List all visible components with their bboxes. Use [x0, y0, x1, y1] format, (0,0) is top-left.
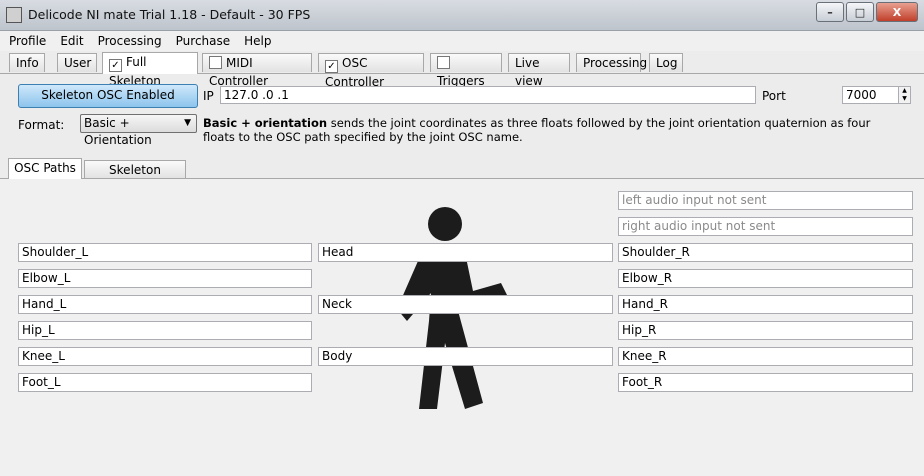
format-label: Format: [18, 118, 65, 132]
skeleton-osc-enabled-button[interactable]: Skeleton OSC Enabled [18, 84, 198, 108]
port-stepper[interactable]: ▲ ▼ [898, 86, 911, 104]
foot-l-field[interactable]: Foot_L [18, 373, 312, 392]
figure-body [397, 243, 507, 409]
title-bar: Delicode NI mate Trial 1.18 - Default - … [0, 0, 924, 31]
right-audio-input-field[interactable]: right audio input not sent [618, 217, 913, 236]
tab-osc-paths[interactable]: OSC Paths [8, 158, 82, 179]
ip-input[interactable]: 127.0 .0 .1 [220, 86, 756, 104]
port-label: Port [762, 89, 786, 103]
tab-log-label: Log [656, 56, 678, 70]
menu-processing[interactable]: Processing [91, 31, 169, 48]
shoulder-r-field[interactable]: Shoulder_R [618, 243, 913, 262]
shoulder-l-field[interactable]: Shoulder_L [18, 243, 312, 262]
figure-head [428, 207, 462, 241]
tab-user-label: User [64, 56, 92, 70]
osc-controller-checkbox[interactable]: ✓ [325, 60, 338, 73]
foot-r-field[interactable]: Foot_R [618, 373, 913, 392]
tab-log[interactable]: Log [649, 53, 683, 72]
tab-full-skeleton[interactable]: ✓ Full Skeleton [102, 52, 198, 88]
format-selected-value: Basic + Orientation [84, 116, 152, 147]
dropdown-arrow-icon: ▼ [184, 118, 191, 128]
elbow-r-field[interactable]: Elbow_R [618, 269, 913, 288]
knee-l-field[interactable]: Knee_L [18, 347, 312, 366]
hand-r-field[interactable]: Hand_R [618, 295, 913, 314]
app-icon [6, 7, 22, 23]
ip-label: IP [203, 89, 214, 103]
tab-skeleton-settings[interactable]: Skeleton Settings [84, 160, 186, 195]
tab-info-label: Info [16, 56, 39, 70]
tab-info[interactable]: Info [9, 53, 45, 72]
sub-tab-bar: OSC Paths Skeleton Settings [0, 158, 924, 195]
format-description-bold: Basic + orientation [203, 116, 328, 130]
tab-osc-controller[interactable]: ✓ OSC Controller [318, 53, 424, 89]
format-description: Basic + orientation sends the joint coor… [203, 116, 903, 144]
menu-edit[interactable]: Edit [53, 31, 90, 48]
left-audio-input-field[interactable]: left audio input not sent [618, 191, 913, 210]
body-field[interactable]: Body [318, 347, 613, 366]
close-button[interactable]: X [876, 2, 918, 22]
tab-processing-label: Processing [583, 56, 648, 70]
elbow-l-field[interactable]: Elbow_L [18, 269, 312, 288]
tab-triggers[interactable]: Triggers [430, 53, 502, 88]
knee-r-field[interactable]: Knee_R [618, 347, 913, 366]
tab-user[interactable]: User [57, 53, 97, 72]
tab-live-view-label: Live view [515, 56, 543, 88]
triggers-checkbox[interactable] [437, 56, 450, 69]
maximize-button[interactable]: □ [846, 2, 874, 22]
menu-purchase[interactable]: Purchase [169, 31, 238, 48]
minimize-button[interactable]: – [816, 2, 844, 22]
window-controls: – □ X [814, 2, 918, 22]
menu-profile[interactable]: Profile [0, 31, 53, 48]
format-select[interactable]: Basic + Orientation ▼ [80, 114, 197, 147]
head-field[interactable]: Head [318, 243, 613, 262]
neck-field[interactable]: Neck [318, 295, 613, 314]
port-input[interactable]: 7000 [842, 86, 899, 104]
hip-r-field[interactable]: Hip_R [618, 321, 913, 340]
menu-bar: Profile Edit Processing Purchase Help [0, 31, 924, 51]
window-title: Delicode NI mate Trial 1.18 - Default - … [28, 7, 311, 22]
full-skeleton-checkbox[interactable]: ✓ [109, 59, 122, 72]
main-tab-bar: Info User ✓ Full Skeleton MIDI Controller… [0, 52, 924, 89]
tab-midi-controller[interactable]: MIDI Controller [202, 53, 312, 88]
hip-l-field[interactable]: Hip_L [18, 321, 312, 340]
tab-processing[interactable]: Processing [576, 53, 647, 72]
midi-controller-checkbox[interactable] [209, 56, 222, 69]
tab-live-view[interactable]: Live view [508, 53, 570, 88]
hand-l-field[interactable]: Hand_L [18, 295, 312, 314]
menu-help[interactable]: Help [237, 31, 278, 48]
